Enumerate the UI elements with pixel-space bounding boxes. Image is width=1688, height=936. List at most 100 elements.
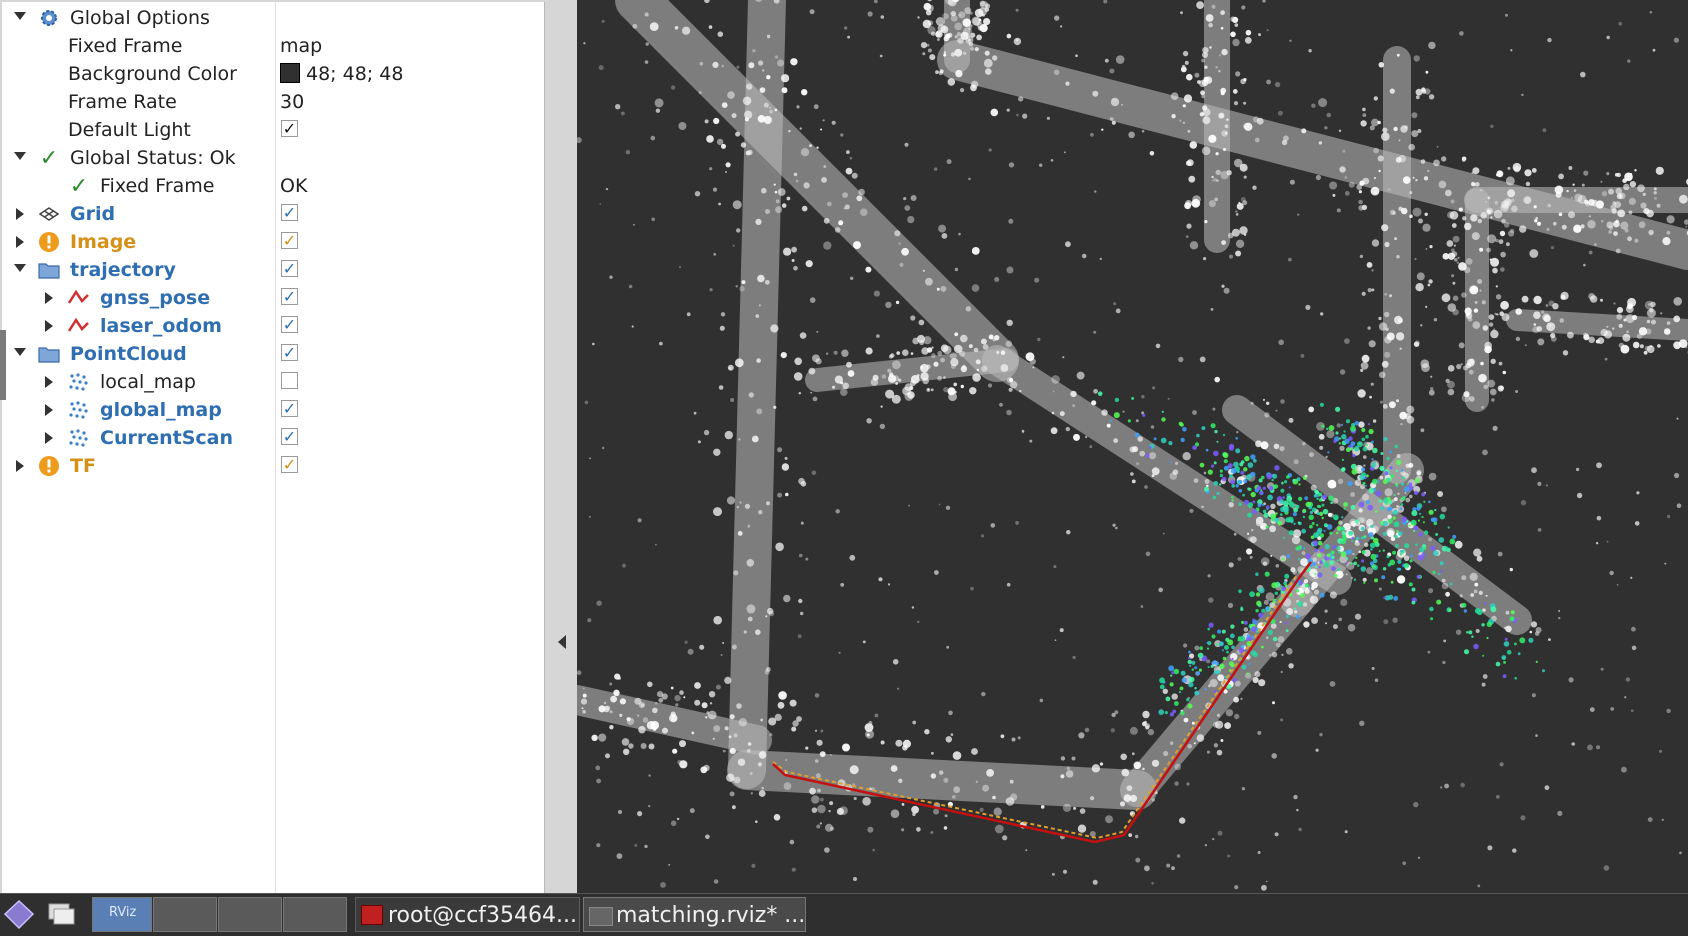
grid-checkbox[interactable]: ✓ (281, 204, 298, 221)
tree-row-frame-rate[interactable]: Frame Rate 30 (2, 88, 545, 116)
workspace-3-button[interactable] (218, 897, 282, 932)
tree-row-global-map[interactable]: global_map ✓ (2, 396, 545, 424)
collapse-arrow-icon[interactable] (16, 236, 24, 248)
map-point (1387, 333, 1395, 341)
tree-row-laser-odom[interactable]: laser_odom ✓ (2, 312, 545, 340)
scan-point (1314, 573, 1316, 575)
map-point (1461, 575, 1466, 580)
color-swatch[interactable] (280, 63, 300, 83)
map-point (1427, 170, 1429, 172)
panel-splitter[interactable] (545, 0, 577, 893)
laser-odom-checkbox[interactable]: ✓ (281, 316, 298, 333)
scan-point (1365, 485, 1367, 487)
workspace-2-button[interactable] (153, 897, 217, 932)
collapse-arrow-icon[interactable] (16, 460, 24, 472)
tree-row-default-light[interactable]: Default Light ✓ (2, 116, 545, 144)
tree-row-global-options[interactable]: Global Options (2, 4, 545, 32)
map-point (1394, 237, 1397, 240)
frame-rate-value[interactable]: 30 (280, 91, 304, 113)
render-view[interactable] (577, 0, 1688, 893)
collapse-arrow-icon[interactable] (45, 432, 53, 444)
map-point (1627, 304, 1630, 307)
gnss-pose-checkbox[interactable]: ✓ (281, 288, 298, 305)
workspace-4-button[interactable] (283, 897, 347, 932)
pointcloud-checkbox[interactable]: ✓ (281, 344, 298, 361)
map-point (790, 840, 795, 845)
tree-row-fixed-frame[interactable]: Fixed Frame map (2, 32, 545, 60)
map-point (1483, 674, 1488, 679)
image-checkbox[interactable]: ✓ (281, 232, 298, 249)
collapse-arrow-icon[interactable] (45, 376, 53, 388)
tree-row-background-color[interactable]: Background Color 48; 48; 48 (2, 60, 545, 88)
scan-point (1359, 541, 1361, 543)
map-point (1363, 455, 1367, 459)
panel-resize-edge[interactable] (0, 330, 6, 400)
tree-row-current-scan[interactable]: CurrentScan ✓ (2, 424, 545, 452)
collapse-arrow-icon[interactable] (16, 208, 24, 220)
tree-row-pointcloud[interactable]: PointCloud ✓ (2, 340, 545, 368)
map-point (1620, 222, 1628, 230)
map-point (1135, 835, 1138, 838)
menu-diamond-icon[interactable] (2, 897, 36, 932)
scan-point (1401, 469, 1404, 472)
map-point (1234, 101, 1238, 105)
map-point (910, 380, 916, 386)
map-point (1051, 427, 1058, 434)
map-point (1244, 627, 1249, 632)
map-point (618, 677, 621, 680)
map-point (904, 205, 910, 211)
collapse-arrow-icon[interactable] (45, 320, 53, 332)
map-point (791, 727, 796, 732)
scan-point (1296, 589, 1299, 592)
scan-point (1271, 479, 1273, 481)
map-point (946, 736, 952, 742)
map-point (924, 729, 929, 734)
global-map-checkbox[interactable]: ✓ (281, 400, 298, 417)
expand-arrow-icon[interactable] (14, 152, 26, 160)
collapse-arrow-icon[interactable] (45, 404, 53, 416)
tree-row-status-fixed-frame[interactable]: ✓ Fixed Frame OK (2, 172, 545, 200)
collapse-left-icon[interactable] (558, 635, 566, 649)
map-point (776, 199, 780, 203)
workspace-1-button[interactable]: RViz (92, 897, 152, 932)
map-point (814, 104, 819, 109)
terminal-task-button[interactable]: root@ccf35464... (355, 897, 580, 932)
scan-point (1251, 626, 1257, 632)
tree-row-grid[interactable]: Grid ✓ (2, 200, 545, 228)
map-point (1569, 677, 1574, 682)
tree-row-gnss-pose[interactable]: gnss_pose ✓ (2, 284, 545, 312)
map-point (1339, 130, 1341, 132)
map-point (1596, 462, 1602, 468)
map-point (963, 18, 972, 27)
tree-row-tf[interactable]: TF ✓ (2, 452, 545, 480)
expand-arrow-icon[interactable] (14, 348, 26, 356)
trajectory-checkbox[interactable]: ✓ (281, 260, 298, 277)
map-point (1338, 479, 1343, 484)
background-color-value[interactable]: 48; 48; 48 (280, 63, 403, 85)
fixed-frame-value[interactable]: map (280, 35, 322, 57)
tree-row-trajectory[interactable]: trajectory ✓ (2, 256, 545, 284)
scan-point (1317, 498, 1319, 500)
local-map-checkbox[interactable] (281, 372, 298, 389)
expand-arrow-icon[interactable] (14, 12, 26, 20)
tree-row-global-status[interactable]: ✓ Global Status: Ok (2, 144, 545, 172)
tree-row-image[interactable]: Image ✓ (2, 228, 545, 256)
expand-arrow-icon[interactable] (14, 264, 26, 272)
map-point (941, 26, 949, 34)
scan-point (1298, 497, 1302, 501)
collapse-arrow-icon[interactable] (45, 292, 53, 304)
map-point (1182, 65, 1186, 69)
map-point (948, 33, 953, 38)
show-desktop-icon[interactable] (44, 897, 78, 932)
map-point (810, 9, 815, 14)
tree-row-local-map[interactable]: local_map (2, 368, 545, 396)
map-point (671, 821, 677, 827)
default-light-checkbox[interactable]: ✓ (281, 120, 298, 137)
map-point (1543, 128, 1547, 132)
map-point (1204, 472, 1207, 475)
map-point (1626, 305, 1634, 313)
scan-point (1341, 424, 1343, 426)
tf-checkbox[interactable]: ✓ (281, 456, 298, 473)
rviz-task-button[interactable]: matching.rviz* ... (583, 897, 806, 932)
current-scan-checkbox[interactable]: ✓ (281, 428, 298, 445)
